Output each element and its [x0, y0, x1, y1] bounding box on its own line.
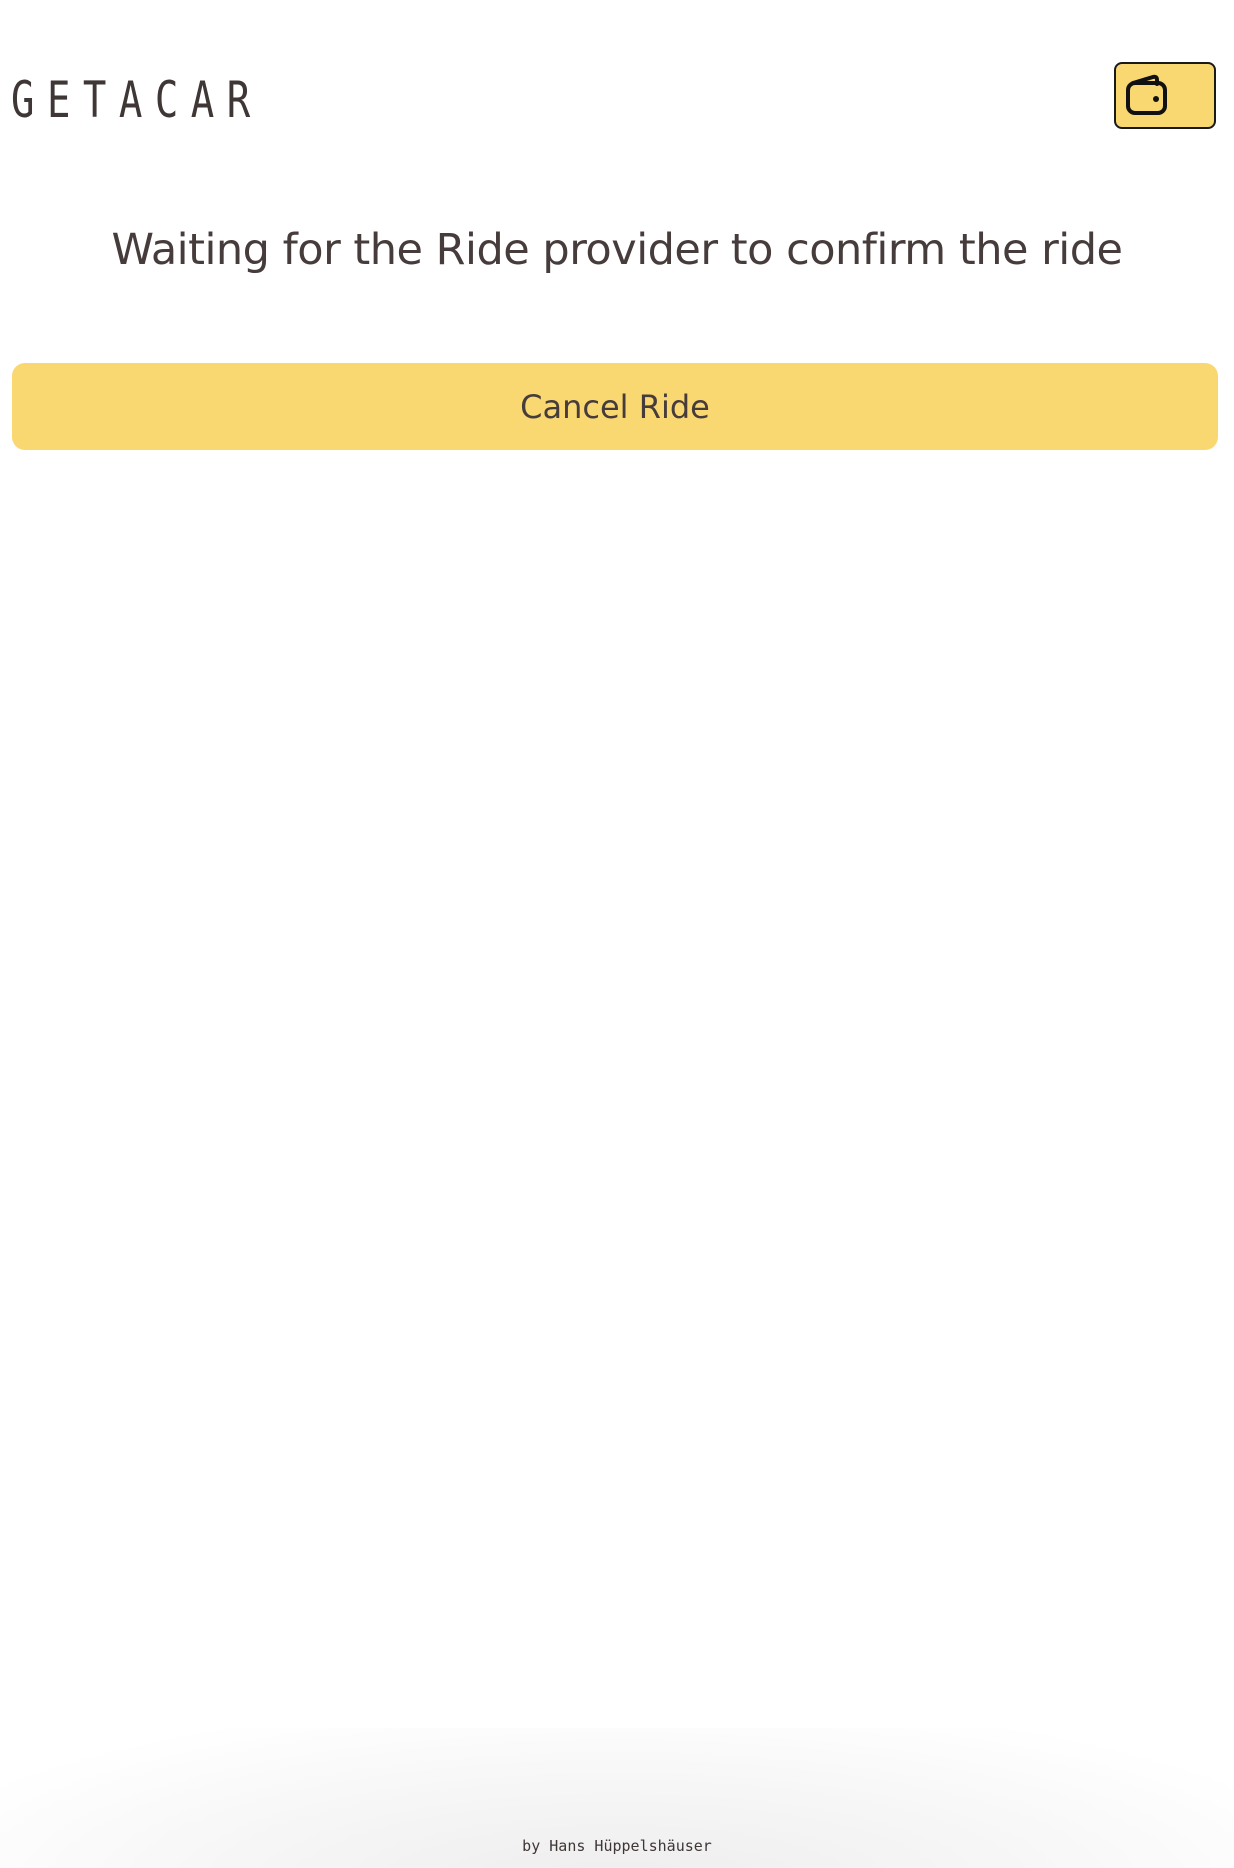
wallet-icon — [1126, 74, 1167, 115]
footer-credit: by Hans Hüppelshäuser — [522, 1837, 712, 1855]
cancel-ride-button[interactable]: Cancel Ride — [12, 363, 1218, 450]
app-header: GETACAR — [0, 0, 1234, 170]
wallet-button[interactable] — [1114, 62, 1216, 129]
ride-status-title: Waiting for the Ride provider to confirm… — [111, 225, 1123, 275]
app-logo[interactable]: GETACAR — [11, 70, 263, 130]
